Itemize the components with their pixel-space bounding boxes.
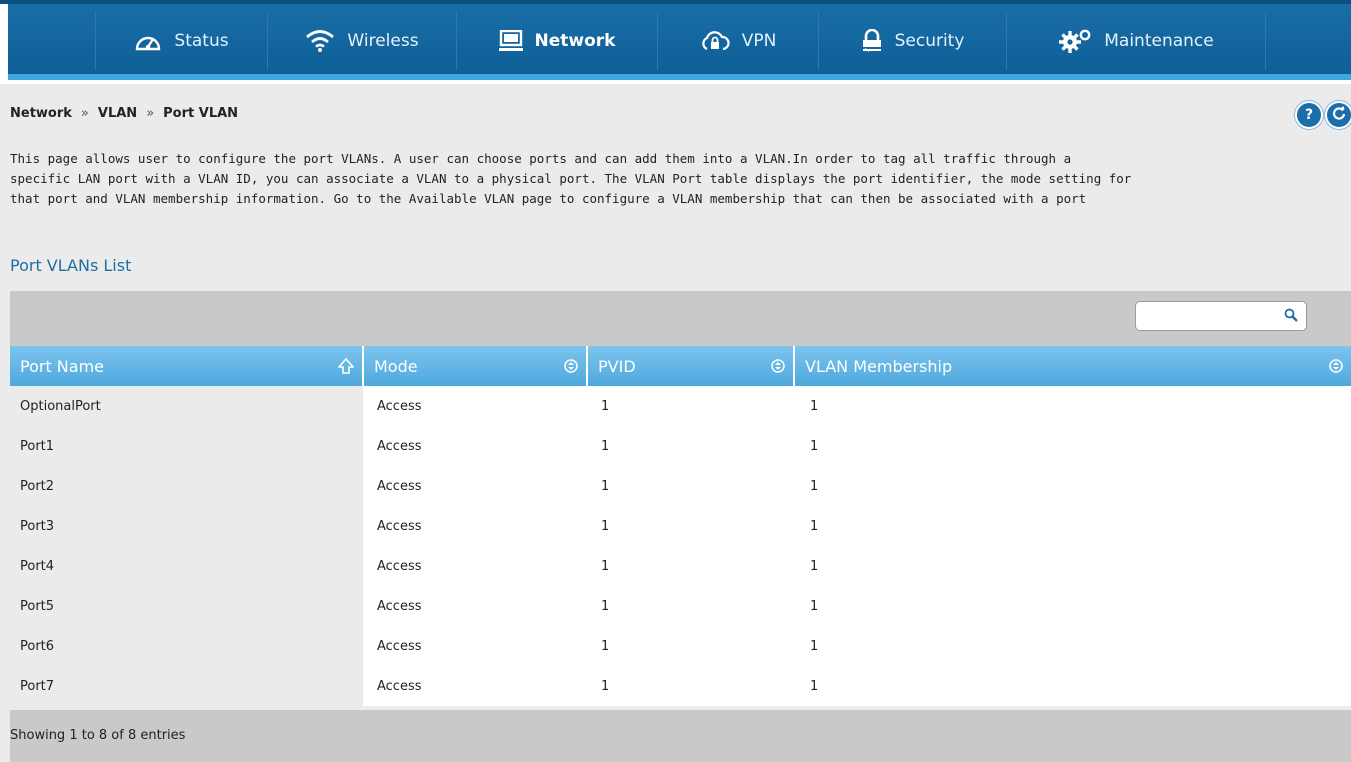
table-footer: Showing 1 to 8 of 8 entries (10, 710, 1351, 762)
computer-icon (498, 30, 523, 52)
cell-pvid: 1 (587, 466, 794, 506)
table-row[interactable]: OptionalPort Access 1 1 (10, 386, 1351, 426)
cell-pvid: 1 (587, 666, 794, 706)
refresh-button[interactable] (1325, 101, 1351, 129)
cell-mode: Access (363, 386, 587, 426)
help-button[interactable]: ? (1295, 101, 1323, 129)
cell-mode: Access (363, 426, 587, 466)
cell-mode: Access (363, 506, 587, 546)
cell-mode: Access (363, 546, 587, 586)
sort-both-icon[interactable] (564, 358, 578, 377)
cell-pvid: 1 (587, 546, 794, 586)
description-line: This page allows user to configure the p… (10, 151, 1072, 166)
cell-port-name: Port5 (10, 586, 363, 626)
port-vlan-table: Port Name Mode PVID VLAN Membership Opti… (10, 346, 1351, 706)
cell-vlan-membership: 1 (794, 626, 1351, 666)
cell-pvid: 1 (587, 586, 794, 626)
nav-item-label: VPN (741, 31, 777, 51)
wifi-icon (305, 29, 335, 53)
cell-vlan-membership: 1 (794, 586, 1351, 626)
nav-item-wireless[interactable]: Wireless (267, 12, 456, 70)
breadcrumb-item-network[interactable]: Network (10, 106, 72, 121)
nav-item-maintenance[interactable]: Maintenance (1006, 12, 1266, 70)
refresh-icon (1332, 106, 1346, 124)
nav-item-label: Network (534, 31, 616, 51)
description-line: that port and VLAN membership informatio… (10, 191, 1087, 206)
table-toolbar (10, 291, 1351, 346)
cell-vlan-membership: 1 (794, 426, 1351, 466)
nav-item-network[interactable]: Network (456, 12, 657, 70)
column-header-label: PVID (598, 356, 636, 376)
section-title: Port VLANs List (10, 256, 132, 275)
nav-item-label: Maintenance (1104, 31, 1214, 51)
nav-item-vpn[interactable]: VPN (657, 12, 818, 70)
breadcrumb-separator: » (146, 106, 155, 121)
table-row[interactable]: Port7 Access 1 1 (10, 666, 1351, 706)
cell-pvid: 1 (587, 426, 794, 466)
cell-port-name: Port7 (10, 666, 363, 706)
column-header-pvid[interactable]: PVID (587, 346, 795, 386)
top-navigation: Status Wireless Network VPN Security Mai… (0, 0, 1351, 80)
column-header-mode[interactable]: Mode (363, 346, 588, 386)
sort-both-icon[interactable] (771, 358, 785, 377)
cell-vlan-membership: 1 (794, 466, 1351, 506)
cell-mode: Access (363, 666, 587, 706)
page-description: This page allows user to configure the p… (10, 149, 1345, 209)
cell-port-name: Port1 (10, 426, 363, 466)
cell-mode: Access (363, 626, 587, 666)
entries-info: Showing 1 to 8 of 8 entries (10, 728, 186, 743)
cell-port-name: Port3 (10, 506, 363, 546)
breadcrumb: Network » VLAN » Port VLAN (10, 106, 238, 121)
gears-icon (1058, 29, 1092, 53)
table-row[interactable]: Port5 Access 1 1 (10, 586, 1351, 626)
cloud-lock-icon (700, 30, 730, 52)
sort-ascending-icon[interactable] (337, 357, 355, 378)
cell-port-name: OptionalPort (10, 386, 363, 426)
table-header-row: Port Name Mode PVID VLAN Membership (10, 346, 1351, 386)
description-line: specific LAN port with a VLAN ID, you ca… (10, 171, 1132, 186)
column-header-label: Port Name (20, 356, 105, 376)
cell-port-name: Port2 (10, 466, 363, 506)
cell-vlan-membership: 1 (794, 386, 1351, 426)
help-icon: ? (1304, 107, 1314, 123)
table-row[interactable]: Port6 Access 1 1 (10, 626, 1351, 666)
search-box[interactable] (1135, 301, 1307, 331)
cell-pvid: 1 (587, 386, 794, 426)
dashboard-icon (134, 30, 162, 52)
nav-item-security[interactable]: Security (818, 12, 1006, 70)
cell-pvid: 1 (587, 626, 794, 666)
nav-left-edge (0, 4, 8, 80)
table-row[interactable]: Port4 Access 1 1 (10, 546, 1351, 586)
table-row[interactable]: Port3 Access 1 1 (10, 506, 1351, 546)
table-row[interactable]: Port1 Access 1 1 (10, 426, 1351, 466)
nav-item-label: Status (174, 31, 229, 51)
nav-item-status[interactable]: Status (95, 12, 267, 70)
nav-item-label: Wireless (347, 31, 419, 51)
table-row[interactable]: Port2 Access 1 1 (10, 466, 1351, 506)
breadcrumb-item-current: Port VLAN (163, 106, 239, 121)
breadcrumb-item-vlan[interactable]: VLAN (98, 106, 137, 121)
padlock-icon (861, 29, 883, 53)
cell-vlan-membership: 1 (794, 666, 1351, 706)
search-input[interactable] (1144, 307, 1278, 327)
cell-pvid: 1 (587, 506, 794, 546)
column-header-label: VLAN Membership (805, 356, 953, 376)
cell-mode: Access (363, 466, 587, 506)
cell-vlan-membership: 1 (794, 506, 1351, 546)
content-panel: Network » VLAN » Port VLAN ? This page allow… (0, 84, 1351, 762)
cell-port-name: Port4 (10, 546, 363, 586)
cell-mode: Access (363, 586, 587, 626)
sort-both-icon[interactable] (1329, 358, 1343, 377)
column-header-label: Mode (374, 356, 418, 376)
nav-item-label: Security (894, 31, 965, 51)
breadcrumb-separator: » (80, 106, 89, 121)
nav-accent-bar (8, 74, 1351, 80)
column-header-vlan-membership[interactable]: VLAN Membership (794, 346, 1351, 386)
column-header-port-name[interactable]: Port Name (10, 346, 364, 386)
cell-port-name: Port6 (10, 626, 363, 666)
search-icon[interactable] (1284, 308, 1298, 326)
cell-vlan-membership: 1 (794, 546, 1351, 586)
nav-top-border (0, 0, 1351, 4)
